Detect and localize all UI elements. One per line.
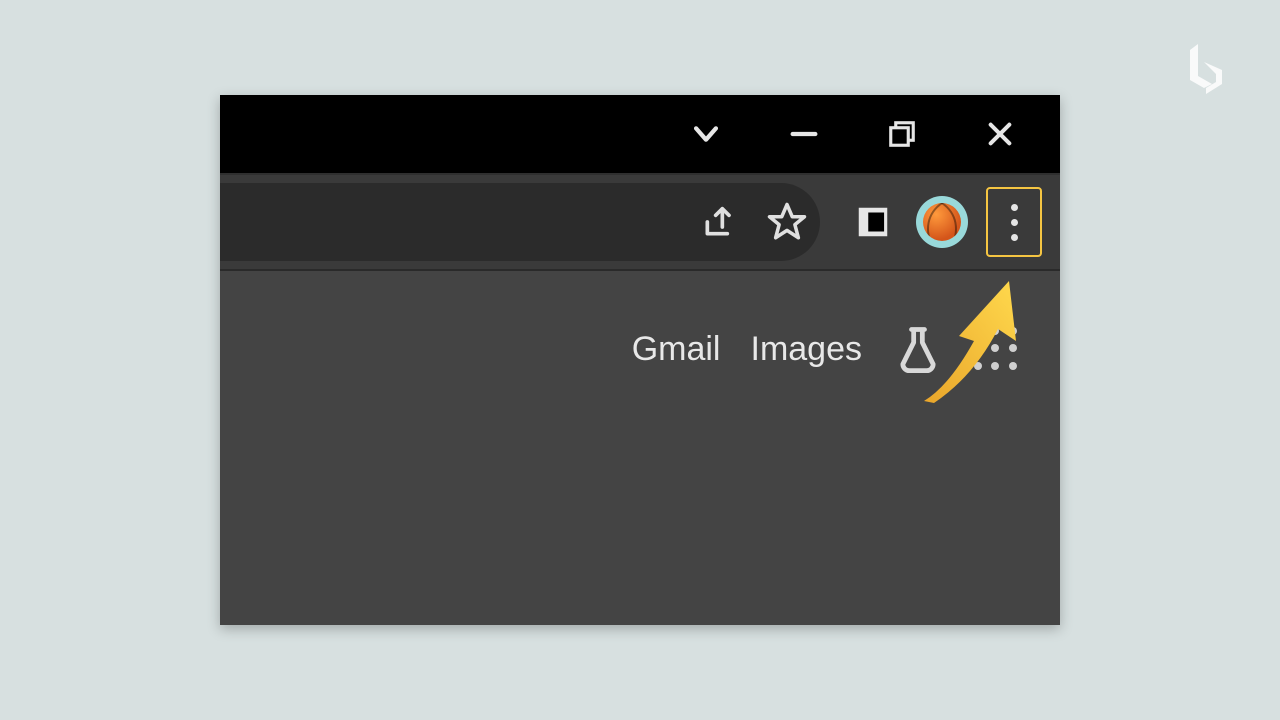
kebab-dot-icon — [1011, 219, 1018, 226]
share-button[interactable] — [694, 197, 744, 247]
browser-toolbar — [220, 175, 1060, 271]
close-button[interactable] — [980, 114, 1020, 154]
header-links-row: Gmail Images — [220, 323, 1060, 375]
google-apps-button[interactable] — [974, 327, 1018, 371]
grid-dot-icon — [1009, 327, 1017, 335]
watermark-logo — [1182, 40, 1230, 100]
window-titlebar — [220, 95, 1060, 175]
bookmark-button[interactable] — [762, 197, 812, 247]
kebab-dot-icon — [1011, 234, 1018, 241]
kebab-dot-icon — [1011, 204, 1018, 211]
gmail-link[interactable]: Gmail — [632, 330, 721, 369]
profile-avatar-button[interactable] — [916, 196, 968, 248]
basketball-avatar-icon — [923, 203, 961, 241]
chrome-menu-button[interactable] — [986, 187, 1042, 257]
grid-dot-icon — [991, 327, 999, 335]
grid-dot-icon — [1009, 344, 1017, 352]
page-content: Gmail Images — [220, 271, 1060, 625]
grid-dot-icon — [991, 344, 999, 352]
grid-dot-icon — [974, 344, 982, 352]
minimize-button[interactable] — [784, 114, 824, 154]
grid-dot-icon — [974, 327, 982, 335]
images-link[interactable]: Images — [751, 330, 863, 369]
grid-dot-icon — [974, 362, 982, 370]
tab-dropdown-button[interactable] — [686, 114, 726, 154]
maximize-button[interactable] — [882, 114, 922, 154]
browser-window: Gmail Images — [220, 95, 1060, 625]
side-panel-button[interactable] — [848, 197, 898, 247]
grid-dot-icon — [991, 362, 999, 370]
labs-button[interactable] — [892, 323, 944, 375]
grid-dot-icon — [1009, 362, 1017, 370]
